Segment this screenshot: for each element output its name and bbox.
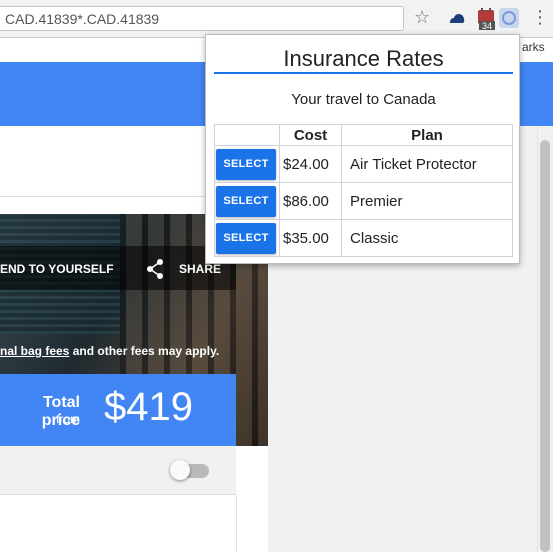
send-to-yourself-button[interactable]: END TO YOURSELF <box>0 262 114 276</box>
table-row: SELECT $35.00 Classic <box>214 219 513 257</box>
cost-cell: $35.00 <box>279 219 342 257</box>
insurance-popup: Insurance Rates Your travel to Canada Co… <box>205 34 520 264</box>
popup-title: Insurance Rates <box>283 46 444 71</box>
star-icon[interactable]: ☆ <box>414 7 434 27</box>
calendar-badge: 34 <box>482 21 492 30</box>
share-button[interactable]: SHARE <box>179 262 221 276</box>
address-bar[interactable]: CAD.41839*.CAD.41839 <box>0 6 404 31</box>
select-button[interactable]: SELECT <box>216 148 276 180</box>
bag-fees-link[interactable]: nal bag fees <box>0 344 69 358</box>
circle-extension-icon[interactable] <box>499 8 519 28</box>
bookmarks-label[interactable]: arks <box>522 40 545 54</box>
from-label: from <box>56 412 80 426</box>
rates-table: Cost Plan SELECT $24.00 Air Ticket Prote… <box>214 124 513 257</box>
select-button[interactable]: SELECT <box>216 185 276 217</box>
fees-rest-text: and other fees may apply. <box>69 344 220 358</box>
lower-card <box>0 495 237 552</box>
select-cell: SELECT <box>214 182 280 220</box>
price-amount: $419 <box>104 385 193 429</box>
scrollbar-thumb[interactable] <box>540 140 550 552</box>
share-icon[interactable] <box>146 259 164 279</box>
table-row: SELECT $24.00 Air Ticket Protector <box>214 145 513 183</box>
toggle-knob[interactable] <box>170 460 190 480</box>
popup-subtitle: Your travel to Canada <box>291 91 436 108</box>
select-button[interactable]: SELECT <box>216 222 276 254</box>
plan-cell: Classic <box>341 219 513 257</box>
cloud-icon[interactable] <box>447 8 467 28</box>
plan-cell: Air Ticket Protector <box>341 145 513 183</box>
table-header-row: Cost Plan <box>214 124 513 146</box>
table-row: SELECT $86.00 Premier <box>214 182 513 220</box>
cost-cell: $24.00 <box>279 145 342 183</box>
plan-cell: Premier <box>341 182 513 220</box>
menu-icon[interactable]: ⋮ <box>531 7 549 27</box>
fees-notice: nal bag fees and other fees may apply. <box>0 344 219 358</box>
select-cell: SELECT <box>214 219 280 257</box>
cost-cell: $86.00 <box>279 182 342 220</box>
browser-toolbar: CAD.41839*.CAD.41839 ☆ 34 ⋮ <box>0 0 553 38</box>
calendar-extension-icon[interactable]: 34 <box>477 8 497 31</box>
header-cost: Cost <box>279 124 342 146</box>
title-divider <box>214 72 513 74</box>
header-select <box>214 124 280 146</box>
address-text[interactable]: CAD.41839*.CAD.41839 <box>5 11 159 27</box>
select-cell: SELECT <box>214 145 280 183</box>
header-plan: Plan <box>341 124 513 146</box>
